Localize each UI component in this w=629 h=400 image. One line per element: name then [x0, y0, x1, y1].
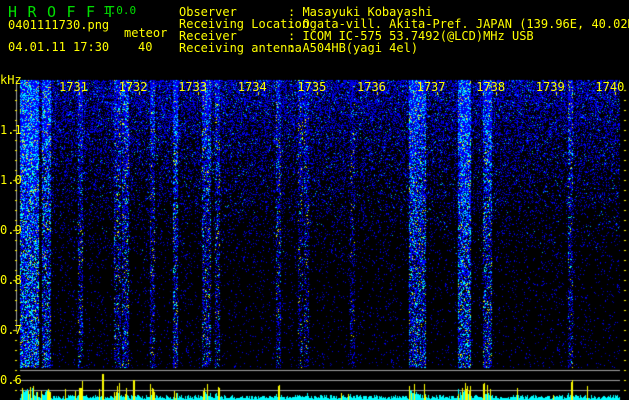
x-tick-label: 1737: [416, 80, 446, 94]
x-tick-label: 1732: [118, 80, 148, 94]
x-tick-label: 1736: [357, 80, 386, 94]
y-tick-label: 0.8: [0, 273, 22, 287]
x-tick-label: 1734: [237, 80, 267, 94]
info-value: : A504HB(yagi 4el): [288, 41, 419, 55]
x-tick-label: 1738: [476, 80, 506, 94]
y-tick-label: 1.1: [0, 123, 22, 137]
meteor-label: meteor: [124, 26, 168, 40]
x-tick-label: 1735: [297, 80, 327, 94]
y-axis-unit: kHz: [0, 73, 22, 87]
x-tick-label: 1733: [178, 80, 208, 94]
file-datetime: 04.01.11 17:30: [8, 40, 110, 54]
x-tick-label: 1739: [535, 80, 565, 94]
meteor-count: 40: [138, 40, 153, 54]
spectrogram: [0, 0, 629, 400]
y-tick-label: 0.9: [0, 223, 22, 237]
y-tick-label: 1.0: [0, 173, 22, 187]
file-name: 0401111730.png: [8, 18, 110, 32]
app-version: 1.0.0: [103, 4, 137, 17]
info-label: Receiving antenna: [179, 41, 302, 55]
x-tick-label: 1731: [59, 80, 88, 94]
y-tick-label: 0.6: [0, 373, 22, 387]
y-tick-label: 0.7: [0, 323, 22, 337]
x-tick-label: 1740: [595, 80, 625, 94]
